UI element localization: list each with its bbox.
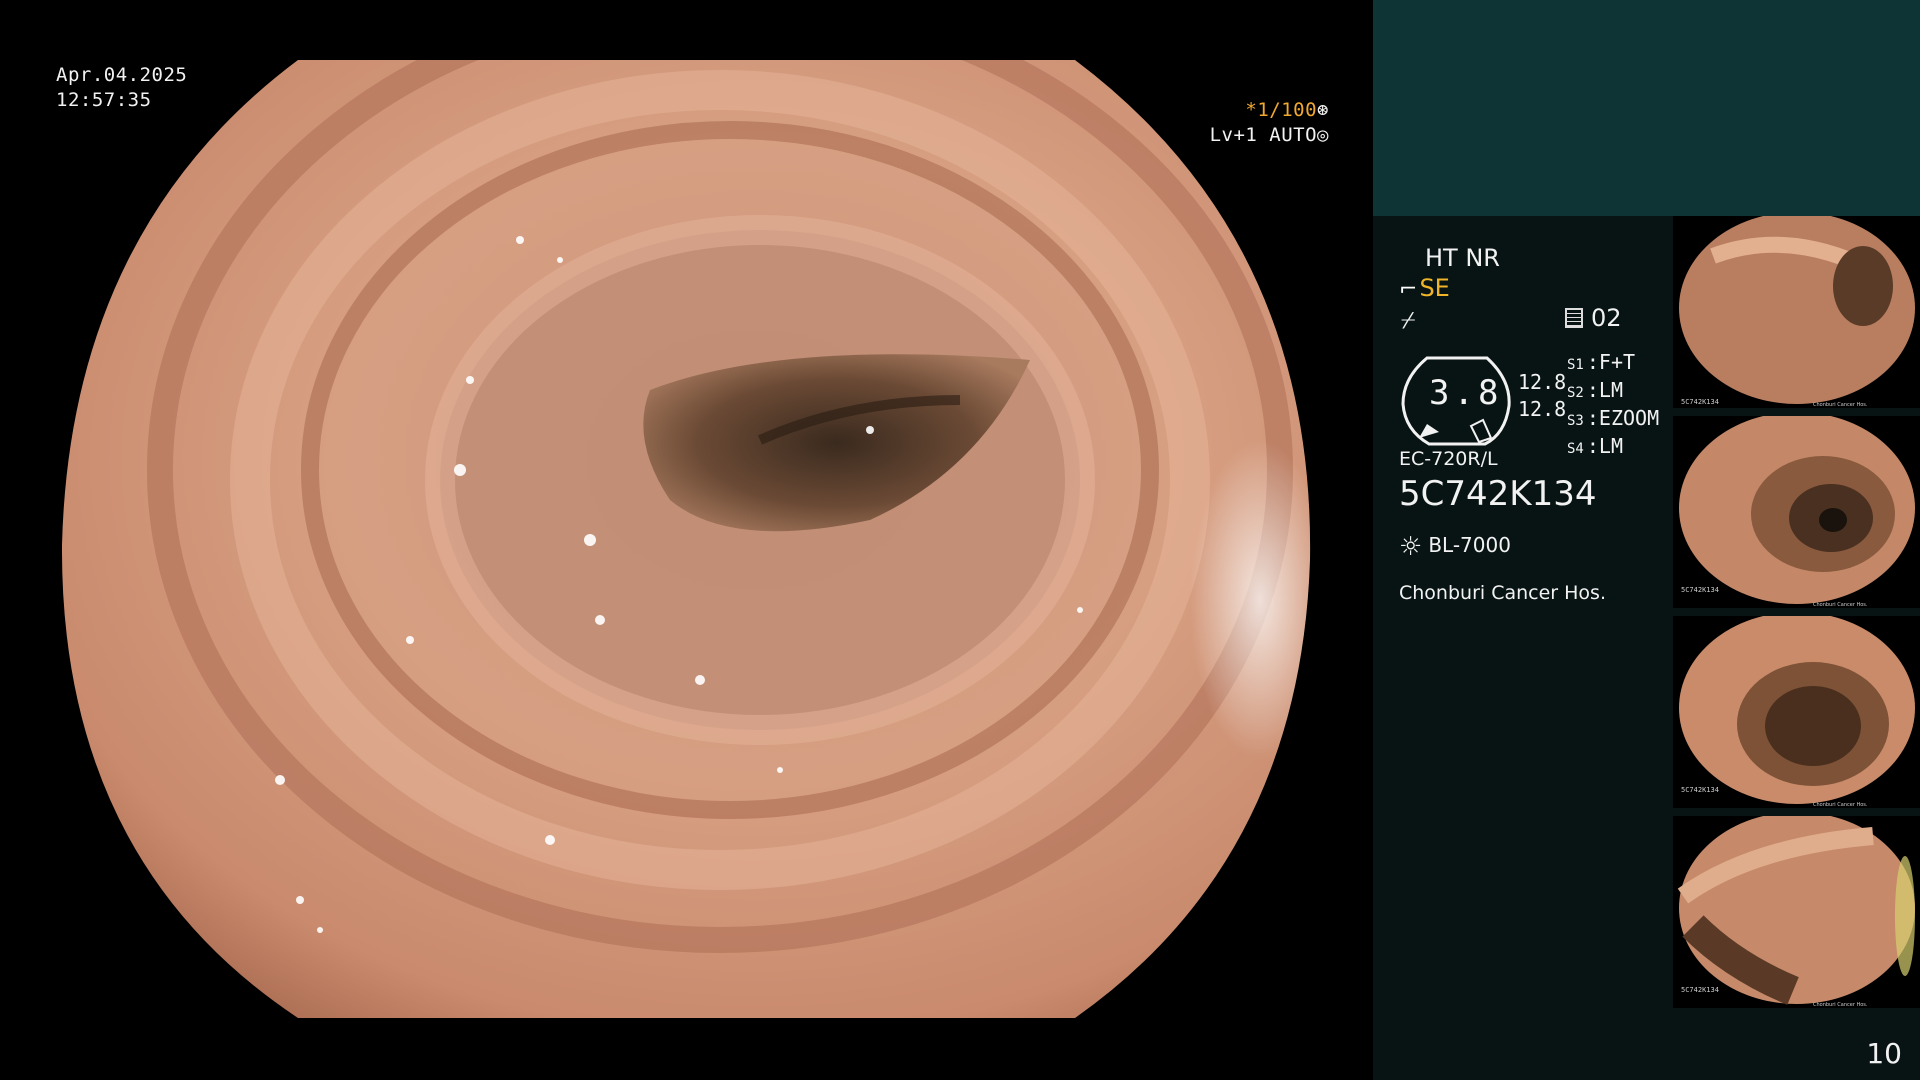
scope-serial: 5C742K134 [1399,474,1597,514]
aperture-icon: ⊛ [1317,99,1329,121]
switch-key: S1 [1567,357,1584,373]
time-label: 12:57:35 [56,89,152,111]
switch-key: S3 [1567,413,1584,429]
memory-value: 02 [1591,304,1622,332]
scope-model: EC-720R/L [1399,448,1498,470]
thumbnail-caption: 5C742K134 [1681,986,1719,994]
light-source-label: BL-7000 [1428,533,1511,557]
switch-key: S2 [1567,385,1584,401]
date-label: Apr.04.2025 [56,64,188,86]
switch-value: LM [1598,434,1623,458]
thumbnail-2[interactable]: 5C742K134 Chonburi Cancer Hos. [1673,416,1920,608]
switch-value: LM [1598,378,1623,402]
image-counter: 10 [1866,1037,1902,1070]
datetime-display: Apr.04.2025 12:57:35 [56,63,187,113]
switch-value: F+T [1598,350,1636,374]
patient-info-area [1373,0,1920,216]
scale-value-1: 12.8 [1518,370,1567,394]
thumbnail-footer: Chonburi Cancer Hos. [1813,802,1868,808]
colon-lumen-image [61,60,1311,1018]
freeze-icon: ⌿ [1401,306,1416,334]
thumbnail-footer: Chonburi Cancer Hos. [1813,402,1868,408]
enhancement-icon: ⌐ [1399,277,1418,302]
thumbnail-1[interactable]: 5C742K134 Chonburi Cancer Hos. [1673,216,1920,408]
se-label: SE [1419,274,1450,302]
thumbnail-4[interactable]: 5C742K134 Chonburi Cancer Hos. [1673,816,1920,1008]
thumbnail-footer: Chonburi Cancer Hos. [1813,1002,1868,1008]
scale-value-2: 12.8 [1518,397,1567,421]
structure-enhancement-row: ⌐SE [1399,274,1450,302]
shutter-speed-label: *1/100 [1245,99,1318,121]
thumbnail-caption: 5C742K134 [1681,398,1719,406]
thumbnail-footer: Chonburi Cancer Hos. [1813,602,1868,608]
iris-icon: ◎ [1317,124,1329,146]
thumbnail-image: 5C742K134 Chonburi Cancer Hos. [1679,616,1915,808]
switch-key: S4 [1567,441,1584,457]
thumbnail-3[interactable]: 5C742K134 Chonburi Cancer Hos. [1673,616,1920,808]
scope-switch-settings: S1:F+T S2:LM S3:EZOOM S4:LM [1567,350,1660,458]
thumbnail-caption: 5C742K134 [1681,586,1719,594]
thumbnail-image: 5C742K134 Chonburi Cancer Hos. [1677,816,1915,1008]
memory-slot: 02 [1565,304,1622,332]
light-source-icon: ☼ [1399,532,1423,562]
zoom-value: 3.8 [1429,373,1503,413]
light-source-row: ☼ BL-7000 [1399,532,1511,562]
brightness-level-label: Lv+1 AUTO [1209,124,1318,146]
switch-value: EZOOM [1598,406,1660,430]
thumbnail-image: 5C742K134 Chonburi Cancer Hos. [1679,216,1915,408]
info-sidebar: HT NR ⌐SE ⌿ 02 3.8 12.8 12.8 S1:F+T S2:L… [1373,0,1920,1080]
thumbnail-image: 5C742K134 Chonburi Cancer Hos. [1679,416,1915,608]
ht-nr-label: HT NR [1425,244,1500,272]
scope-settings-panel: HT NR ⌐SE ⌿ 02 3.8 12.8 12.8 S1:F+T S2:L… [1373,216,1673,1080]
exposure-info: *1/100⊛ Lv+1 AUTO◎ [1210,98,1329,148]
memory-icon [1565,308,1583,328]
endoscopy-main-view: Apr.04.2025 12:57:35 *1/100⊛ Lv+1 AUTO◎ [0,0,1373,1080]
hospital-name: Chonburi Cancer Hos. [1399,582,1606,604]
thumbnail-caption: 5C742K134 [1681,786,1719,794]
